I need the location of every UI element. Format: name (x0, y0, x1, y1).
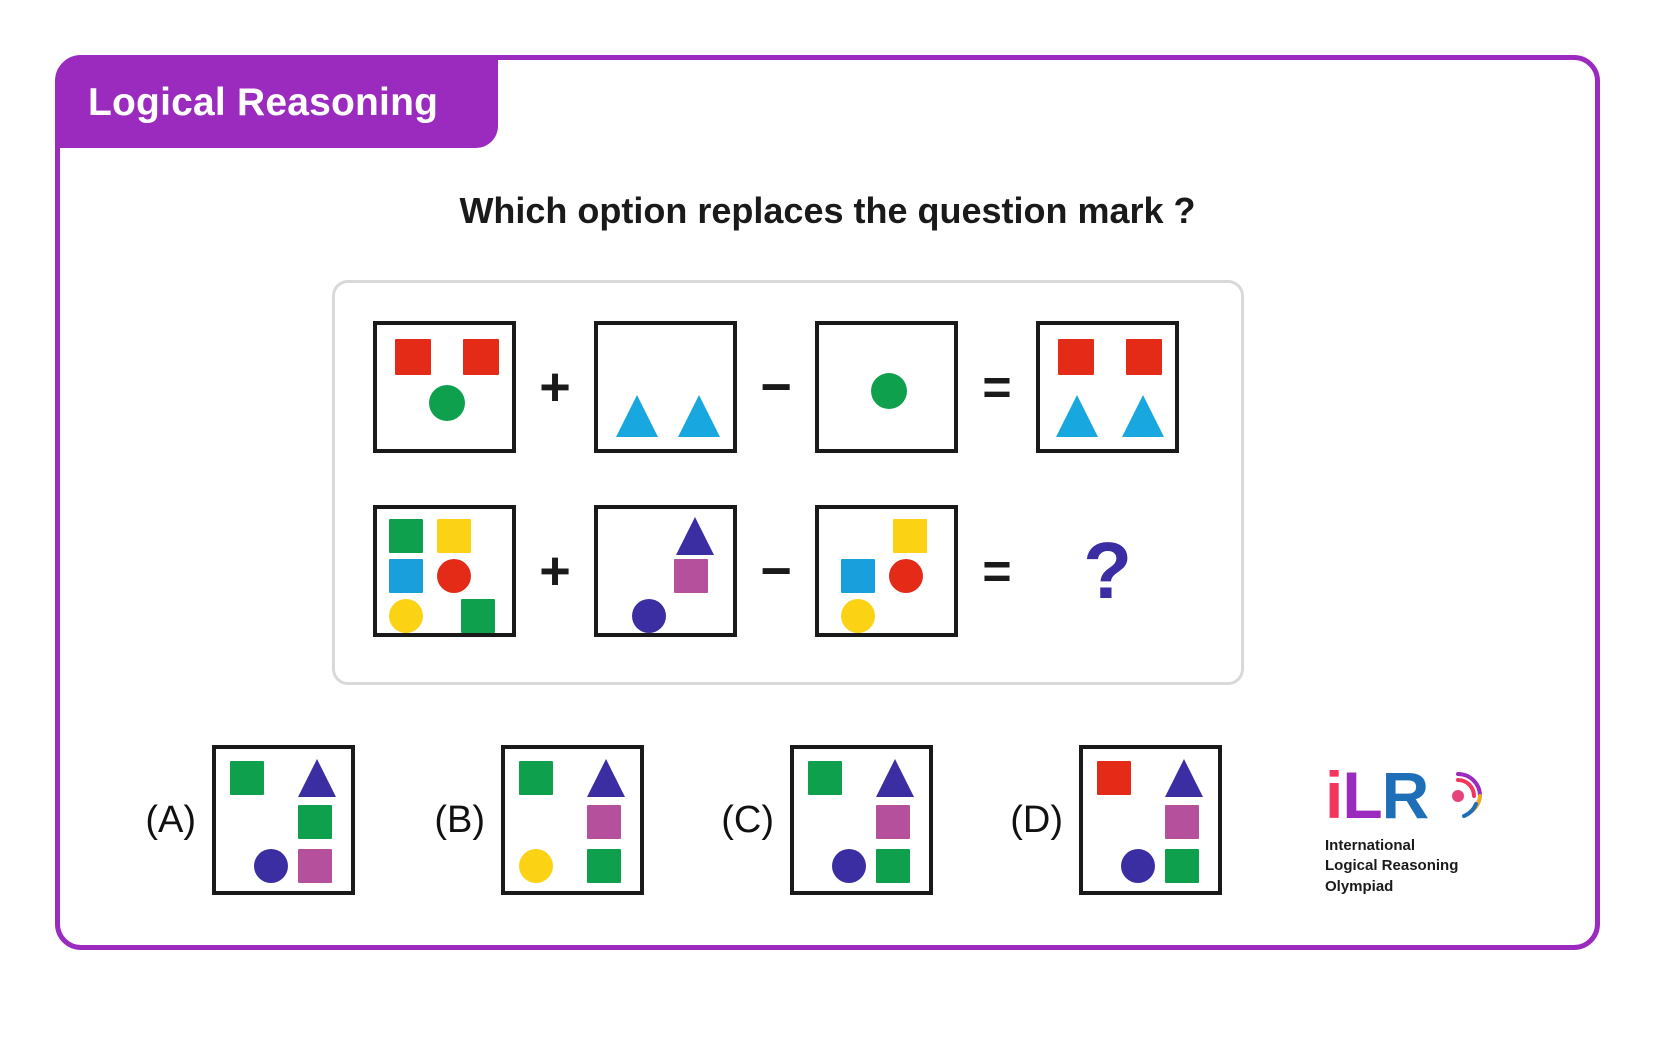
logo-tagline-line3: Olympiad (1325, 877, 1394, 895)
row1-operand-1 (373, 321, 516, 453)
option-a-box[interactable] (212, 745, 355, 895)
square-icon (893, 519, 927, 553)
square-icon (463, 339, 499, 375)
circle-icon (429, 385, 465, 421)
option-a-label: (A) (145, 798, 196, 841)
triangle-icon (678, 395, 720, 437)
square-icon (1097, 761, 1131, 795)
square-icon (389, 519, 423, 553)
square-icon (1058, 339, 1094, 375)
circle-icon (519, 849, 553, 883)
triangle-icon (1056, 395, 1098, 437)
row1-operand-3 (815, 321, 958, 453)
circle-icon (889, 559, 923, 593)
square-icon (1126, 339, 1162, 375)
answer-options: (A) (B) (C) (D) (120, 725, 1300, 915)
question-mark-placeholder: ? (1083, 526, 1132, 615)
square-icon (437, 519, 471, 553)
option-d[interactable]: (D) (987, 745, 1222, 895)
option-c-box[interactable] (790, 745, 933, 895)
square-icon (876, 849, 910, 883)
triangle-icon (616, 395, 658, 437)
logo-wordmark: i L R (1325, 762, 1535, 828)
logo-tagline-line1: International (1325, 837, 1416, 854)
logo-tagline-line2: Logical Reasoning (1325, 857, 1459, 875)
option-b[interactable]: (B) (409, 745, 644, 895)
square-icon (395, 339, 431, 375)
square-icon (298, 805, 332, 839)
option-d-box[interactable] (1079, 745, 1222, 895)
triangle-icon (1122, 395, 1164, 437)
equation-row-1: + − = (335, 317, 1247, 457)
circle-icon (871, 373, 907, 409)
row1-operand-2 (594, 321, 737, 453)
logo-letter-r: R (1381, 758, 1430, 832)
category-label: Logical Reasoning (88, 81, 439, 124)
square-icon (587, 849, 621, 883)
square-icon (876, 805, 910, 839)
circle-icon (841, 599, 875, 633)
square-icon (587, 805, 621, 839)
puzzle-page: Logical Reasoning Which option replaces … (0, 0, 1654, 1064)
triangle-icon (676, 517, 714, 555)
option-b-box[interactable] (501, 745, 644, 895)
circle-icon (1121, 849, 1155, 883)
row2-operand-1 (373, 505, 516, 637)
triangle-icon (587, 759, 625, 797)
square-icon (1165, 805, 1199, 839)
row2-operand-3 (815, 505, 958, 637)
circle-icon (437, 559, 471, 593)
triangle-icon (298, 759, 336, 797)
equals-operator: = (982, 359, 1012, 415)
option-c-label: (C) (721, 798, 774, 841)
row1-result (1036, 321, 1179, 453)
circle-icon (632, 599, 666, 633)
circle-icon (254, 849, 288, 883)
square-icon (841, 559, 875, 593)
question-card: Logical Reasoning Which option replaces … (55, 55, 1600, 950)
square-icon (389, 559, 423, 593)
logo-swirl-icon (1430, 768, 1486, 824)
square-icon (461, 599, 495, 633)
square-icon (674, 559, 708, 593)
option-d-label: (D) (1010, 798, 1063, 841)
option-a[interactable]: (A) (120, 745, 355, 895)
logo-letter-i: i (1325, 758, 1343, 832)
ilro-logo: i L R International Logical Reasoning Ol… (1325, 762, 1535, 897)
option-c[interactable]: (C) (698, 745, 933, 895)
minus-operator: − (760, 541, 792, 601)
square-icon (1165, 849, 1199, 883)
minus-operator: − (760, 357, 792, 417)
category-header: Logical Reasoning (58, 58, 498, 148)
plus-operator: + (539, 357, 571, 417)
triangle-icon (1165, 759, 1203, 797)
page-title: Which option replaces the question mark … (459, 190, 1196, 231)
equation-row-2: + − =? (335, 501, 1247, 641)
square-icon (519, 761, 553, 795)
plus-operator: + (539, 541, 571, 601)
triangle-icon (876, 759, 914, 797)
square-icon (808, 761, 842, 795)
option-b-label: (B) (434, 798, 485, 841)
square-icon (230, 761, 264, 795)
logo-tagline: International Logical Reasoning Olympiad (1325, 836, 1535, 897)
circle-icon (389, 599, 423, 633)
equation-panel: + − = + − =? (332, 280, 1244, 685)
circle-icon (832, 849, 866, 883)
square-icon (298, 849, 332, 883)
logo-letter-l: L (1342, 758, 1382, 832)
equals-operator: = (982, 543, 1012, 599)
row2-operand-2 (594, 505, 737, 637)
